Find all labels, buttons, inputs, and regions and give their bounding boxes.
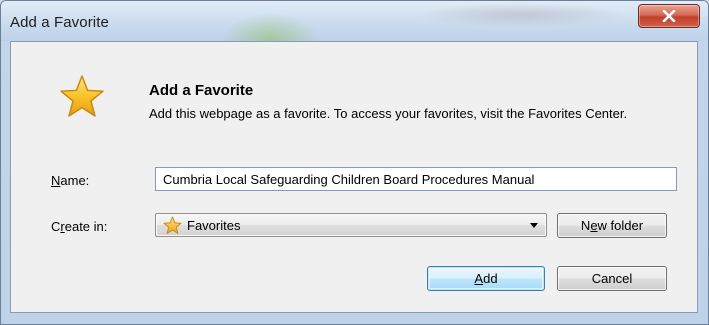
new-folder-button[interactable]: New folder [557, 213, 667, 238]
close-x-icon [662, 10, 676, 22]
new-folder-label-rest: w folder [597, 218, 644, 233]
name-input[interactable] [155, 167, 677, 191]
favorites-folder-star-icon [163, 216, 182, 234]
new-folder-label-mnemonic: e [590, 218, 598, 233]
title-bar[interactable]: Add a Favorite [1, 1, 708, 41]
create-in-label-pre: C [51, 219, 61, 234]
create-in-label: Create in: [51, 219, 107, 234]
add-label-rest: dd [483, 271, 498, 286]
dialog-heading: Add a Favorite [149, 82, 254, 99]
create-in-value: Favorites [187, 218, 241, 233]
dialog-body: Add a Favorite Add this webpage as a fav… [10, 41, 698, 313]
chevron-down-icon[interactable] [530, 223, 538, 228]
add-label-mnemonic: A [474, 271, 484, 286]
close-button[interactable] [638, 4, 700, 28]
add-button[interactable]: Add [427, 266, 545, 291]
cancel-label: Cancel [591, 271, 633, 286]
favorite-star-icon [60, 75, 104, 117]
window-title: Add a Favorite [10, 14, 109, 31]
new-folder-label-pre: N [580, 218, 591, 233]
name-label-mnemonic: N [51, 173, 61, 188]
dialog-description: Add this webpage as a favorite. To acces… [149, 106, 628, 121]
add-favorite-window: Add a Favorite Add a Favorite Add this w… [0, 0, 709, 325]
create-in-dropdown[interactable]: Favorites [155, 213, 547, 237]
name-label: Name: [51, 173, 89, 188]
name-label-rest: ame: [60, 173, 90, 188]
cancel-button[interactable]: Cancel [557, 266, 667, 291]
create-in-label-rest: eate in: [64, 219, 108, 234]
